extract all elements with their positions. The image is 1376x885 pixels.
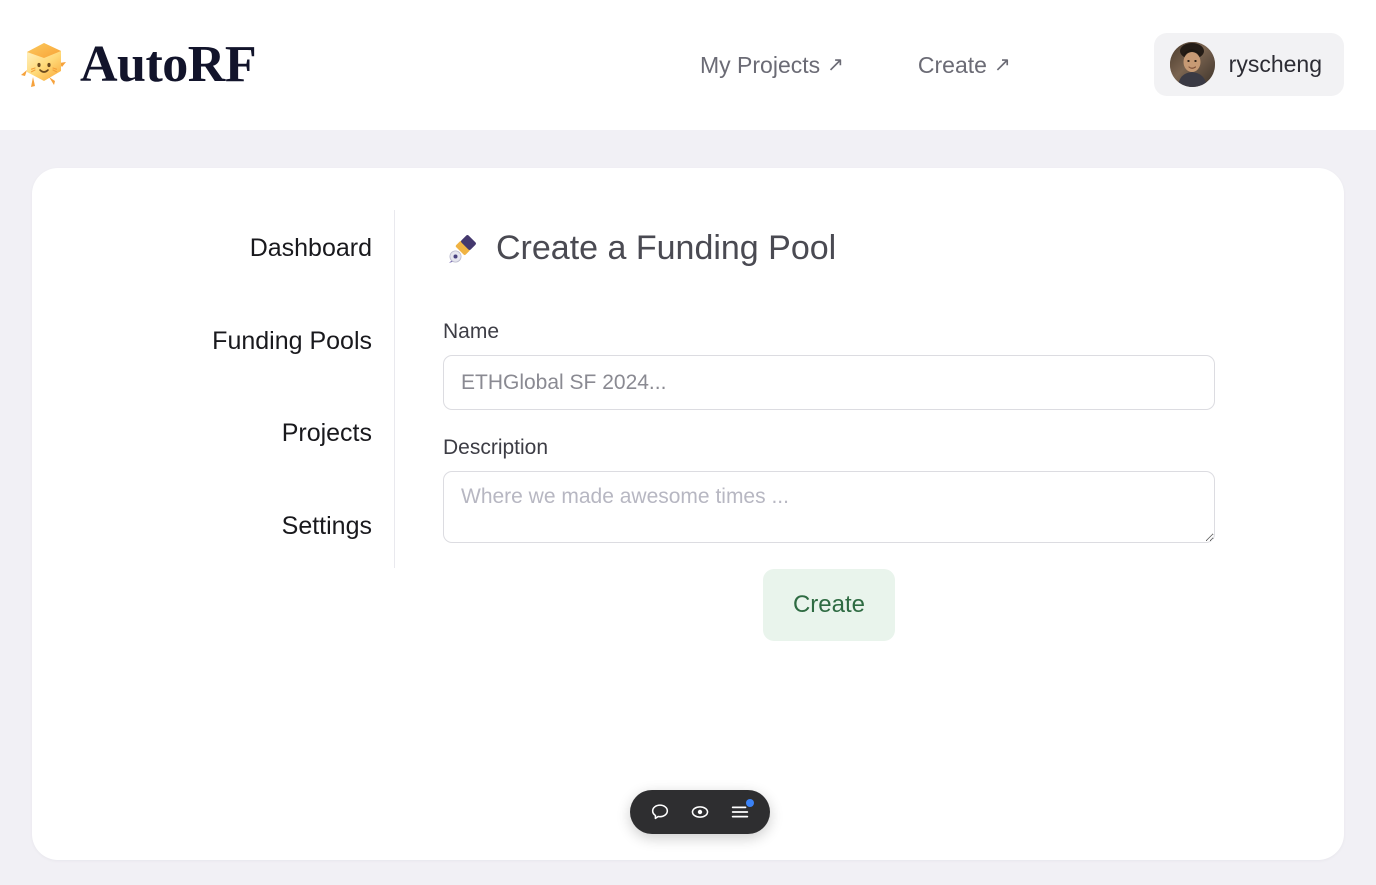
sidebar-item-funding-pools[interactable]: Funding Pools (212, 327, 372, 356)
settings-sidebar: Dashboard Funding Pools Projects Setting… (32, 168, 394, 860)
brand-logo[interactable]: AutoRF (16, 36, 257, 93)
field-name: Name (443, 320, 1344, 411)
sidebar-item-projects[interactable]: Projects (282, 419, 372, 448)
notification-badge-dot (746, 799, 754, 807)
main-nav: My Projects ↗ Create ↗ (700, 0, 1011, 130)
nav-link-my-projects[interactable]: My Projects ↗ (700, 52, 844, 79)
field-description: Description (443, 436, 1344, 544)
username-label: ryscheng (1228, 51, 1322, 77)
fountain-pen-icon (443, 232, 480, 269)
external-link-arrow-icon: ↗ (827, 54, 844, 76)
submit-row: Create (443, 569, 1215, 642)
nav-link-my-projects-label: My Projects (700, 51, 821, 78)
field-name-label: Name (443, 320, 500, 344)
comment-bubble-icon[interactable] (647, 799, 673, 825)
user-avatar-photo (1169, 42, 1215, 87)
main-pane: Create a Funding Pool Name Description C… (394, 168, 1344, 860)
sidebar-item-dashboard[interactable]: Dashboard (250, 234, 372, 263)
pool-description-textarea[interactable] (443, 471, 1215, 544)
page-title-text: Create a Funding Pool (496, 229, 837, 267)
app-header: AutoRF My Projects ↗ Create ↗ ryscheng (0, 0, 1376, 130)
create-button[interactable]: Create (763, 569, 895, 642)
menu-lines-icon[interactable] (727, 799, 754, 825)
content-card: Dashboard Funding Pools Projects Setting… (32, 168, 1344, 860)
external-link-arrow-icon: ↗ (993, 54, 1011, 76)
pool-name-input[interactable] (443, 355, 1215, 411)
page-body: Dashboard Funding Pools Projects Setting… (0, 130, 1376, 885)
nav-link-create[interactable]: Create ↗ (918, 52, 1011, 79)
eye-icon[interactable] (687, 799, 713, 825)
page-title: Create a Funding Pool (443, 229, 1344, 269)
sidebar-item-settings[interactable]: Settings (282, 512, 372, 541)
floating-toolbar (630, 790, 770, 834)
nav-link-create-label: Create (917, 51, 987, 78)
cube-mascot-icon (16, 37, 72, 93)
field-description-label: Description (443, 436, 549, 460)
user-menu-button[interactable]: ryscheng (1153, 33, 1344, 96)
brand-name: AutoRF (80, 36, 257, 93)
